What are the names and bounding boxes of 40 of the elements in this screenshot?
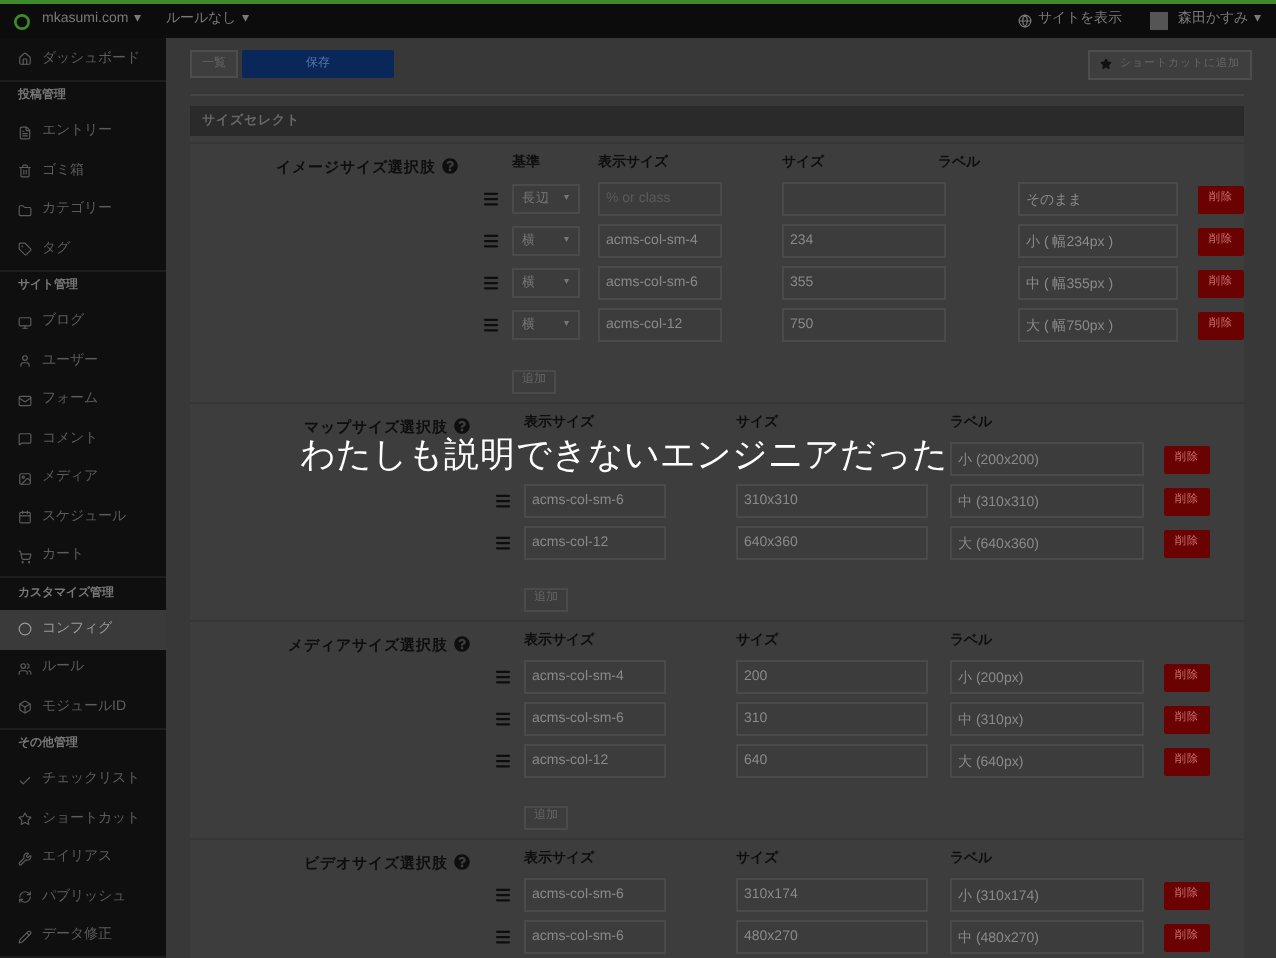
site-logo-icon <box>14 13 30 29</box>
help-icon[interactable] <box>442 158 458 174</box>
cube-icon <box>18 700 32 715</box>
pencil-icon <box>18 929 32 944</box>
folder-icon <box>18 203 32 218</box>
caption: わたしも説明できないエンジニアだった <box>300 438 948 473</box>
drag-handle-icon[interactable] <box>494 752 512 770</box>
globe-icon <box>1018 14 1032 28</box>
star-icon <box>18 812 32 827</box>
people-icon <box>18 661 32 676</box>
wrench-icon <box>18 851 32 866</box>
help-icon[interactable] <box>454 418 470 434</box>
trash-icon <box>18 164 32 179</box>
image-icon <box>18 471 32 486</box>
tag-icon <box>18 242 32 257</box>
home-icon <box>18 52 32 67</box>
drag-handle-icon[interactable] <box>494 710 512 728</box>
avatar-icon <box>1150 12 1168 30</box>
envelope-icon <box>18 393 32 408</box>
drag-handle-icon[interactable] <box>482 316 500 334</box>
cart-icon <box>18 549 32 564</box>
drag-handle-icon[interactable] <box>494 534 512 552</box>
drag-handle-icon[interactable] <box>494 668 512 686</box>
check-icon <box>18 773 32 788</box>
speech-bubble-icon <box>18 432 32 447</box>
user-icon <box>18 354 32 369</box>
help-icon[interactable] <box>454 636 470 652</box>
drag-handle-icon[interactable] <box>494 928 512 946</box>
drag-handle-icon[interactable] <box>482 190 500 208</box>
help-icon[interactable] <box>454 854 470 870</box>
drag-handle-icon[interactable] <box>494 492 512 510</box>
drag-handle-icon[interactable] <box>482 274 500 292</box>
drag-handle-icon[interactable] <box>494 886 512 904</box>
circle-icon <box>18 622 32 637</box>
document-icon <box>18 125 32 140</box>
refresh-icon <box>18 890 32 905</box>
monitor-icon <box>18 315 32 330</box>
star-icon <box>1100 58 1112 70</box>
calendar-icon <box>18 510 32 525</box>
drag-handle-icon[interactable] <box>482 232 500 250</box>
